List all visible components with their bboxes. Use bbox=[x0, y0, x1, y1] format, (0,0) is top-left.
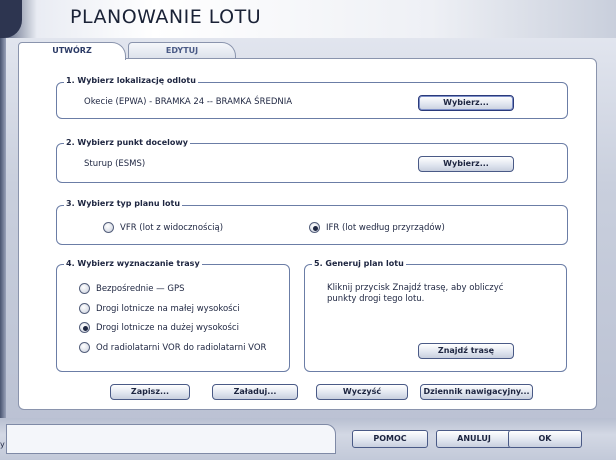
routing-high-airways-radio[interactable] bbox=[79, 322, 90, 333]
plan-type-legend: 3. Wybierz typ planu lotu bbox=[64, 199, 183, 209]
routing-low-airways-radio[interactable] bbox=[79, 303, 90, 314]
routing-direct-gps-label[interactable]: Bezpośrednie — GPS bbox=[96, 284, 184, 294]
ifr-radio[interactable] bbox=[309, 222, 320, 233]
status-text: y bbox=[0, 440, 5, 449]
routing-direct-gps-radio[interactable] bbox=[79, 283, 90, 294]
departure-legend: 1. Wybierz lokalizację odlotu bbox=[64, 76, 198, 86]
vfr-label[interactable]: VFR (lot z widocznością) bbox=[120, 223, 223, 233]
find-route-button[interactable]: Znajdź trasę bbox=[418, 343, 514, 359]
routing-legend: 4. Wybierz wyznaczanie trasy bbox=[64, 259, 202, 269]
destination-value: Sturup (ESMS) bbox=[84, 159, 146, 169]
departure-value: Okecie (EPWA) - BRAMKA 24 -- BRAMKA ŚRED… bbox=[84, 97, 293, 107]
window-title: PLANOWANIE LOTU bbox=[70, 6, 262, 28]
routing-high-airways-label[interactable]: Drogi lotnicze na dużej wysokości bbox=[96, 323, 239, 333]
select-destination-button[interactable]: Wybierz... bbox=[418, 156, 514, 172]
destination-legend: 2. Wybierz punkt docelowy bbox=[64, 138, 190, 148]
routing-group bbox=[56, 264, 290, 372]
tab-edit[interactable]: EDYTUJ bbox=[128, 42, 236, 58]
ok-button[interactable]: OK bbox=[508, 430, 582, 448]
save-button[interactable]: Zapisz... bbox=[110, 384, 190, 400]
load-button[interactable]: Załaduj... bbox=[212, 384, 298, 400]
generate-instruction-line1: Kliknij przycisk Znajdź trasę, aby oblic… bbox=[327, 283, 504, 293]
ifr-label[interactable]: IFR (lot według przyrządów) bbox=[326, 223, 445, 233]
status-area bbox=[6, 424, 336, 454]
left-trim bbox=[0, 38, 6, 418]
navlog-button[interactable]: Dziennik nawigacyjny... bbox=[420, 384, 533, 400]
generate-instruction-line2: punkty drogi tego lotu. bbox=[327, 294, 425, 304]
tab-create[interactable]: UTWÓRZ bbox=[18, 42, 126, 60]
routing-low-airways-label[interactable]: Drogi lotnicze na małej wysokości bbox=[96, 304, 240, 314]
cancel-button[interactable]: ANULUJ bbox=[436, 430, 512, 448]
generate-legend: 5. Generuj plan lotu bbox=[312, 259, 406, 269]
routing-vor-to-vor-label[interactable]: Od radiolatarni VOR do radiolatarni VOR bbox=[96, 343, 266, 353]
help-button[interactable]: POMOC bbox=[352, 430, 428, 448]
vfr-radio[interactable] bbox=[103, 222, 114, 233]
select-departure-button[interactable]: Wybierz... bbox=[418, 95, 514, 111]
routing-vor-to-vor-radio[interactable] bbox=[79, 342, 90, 353]
clear-button[interactable]: Wyczyść bbox=[316, 384, 408, 400]
